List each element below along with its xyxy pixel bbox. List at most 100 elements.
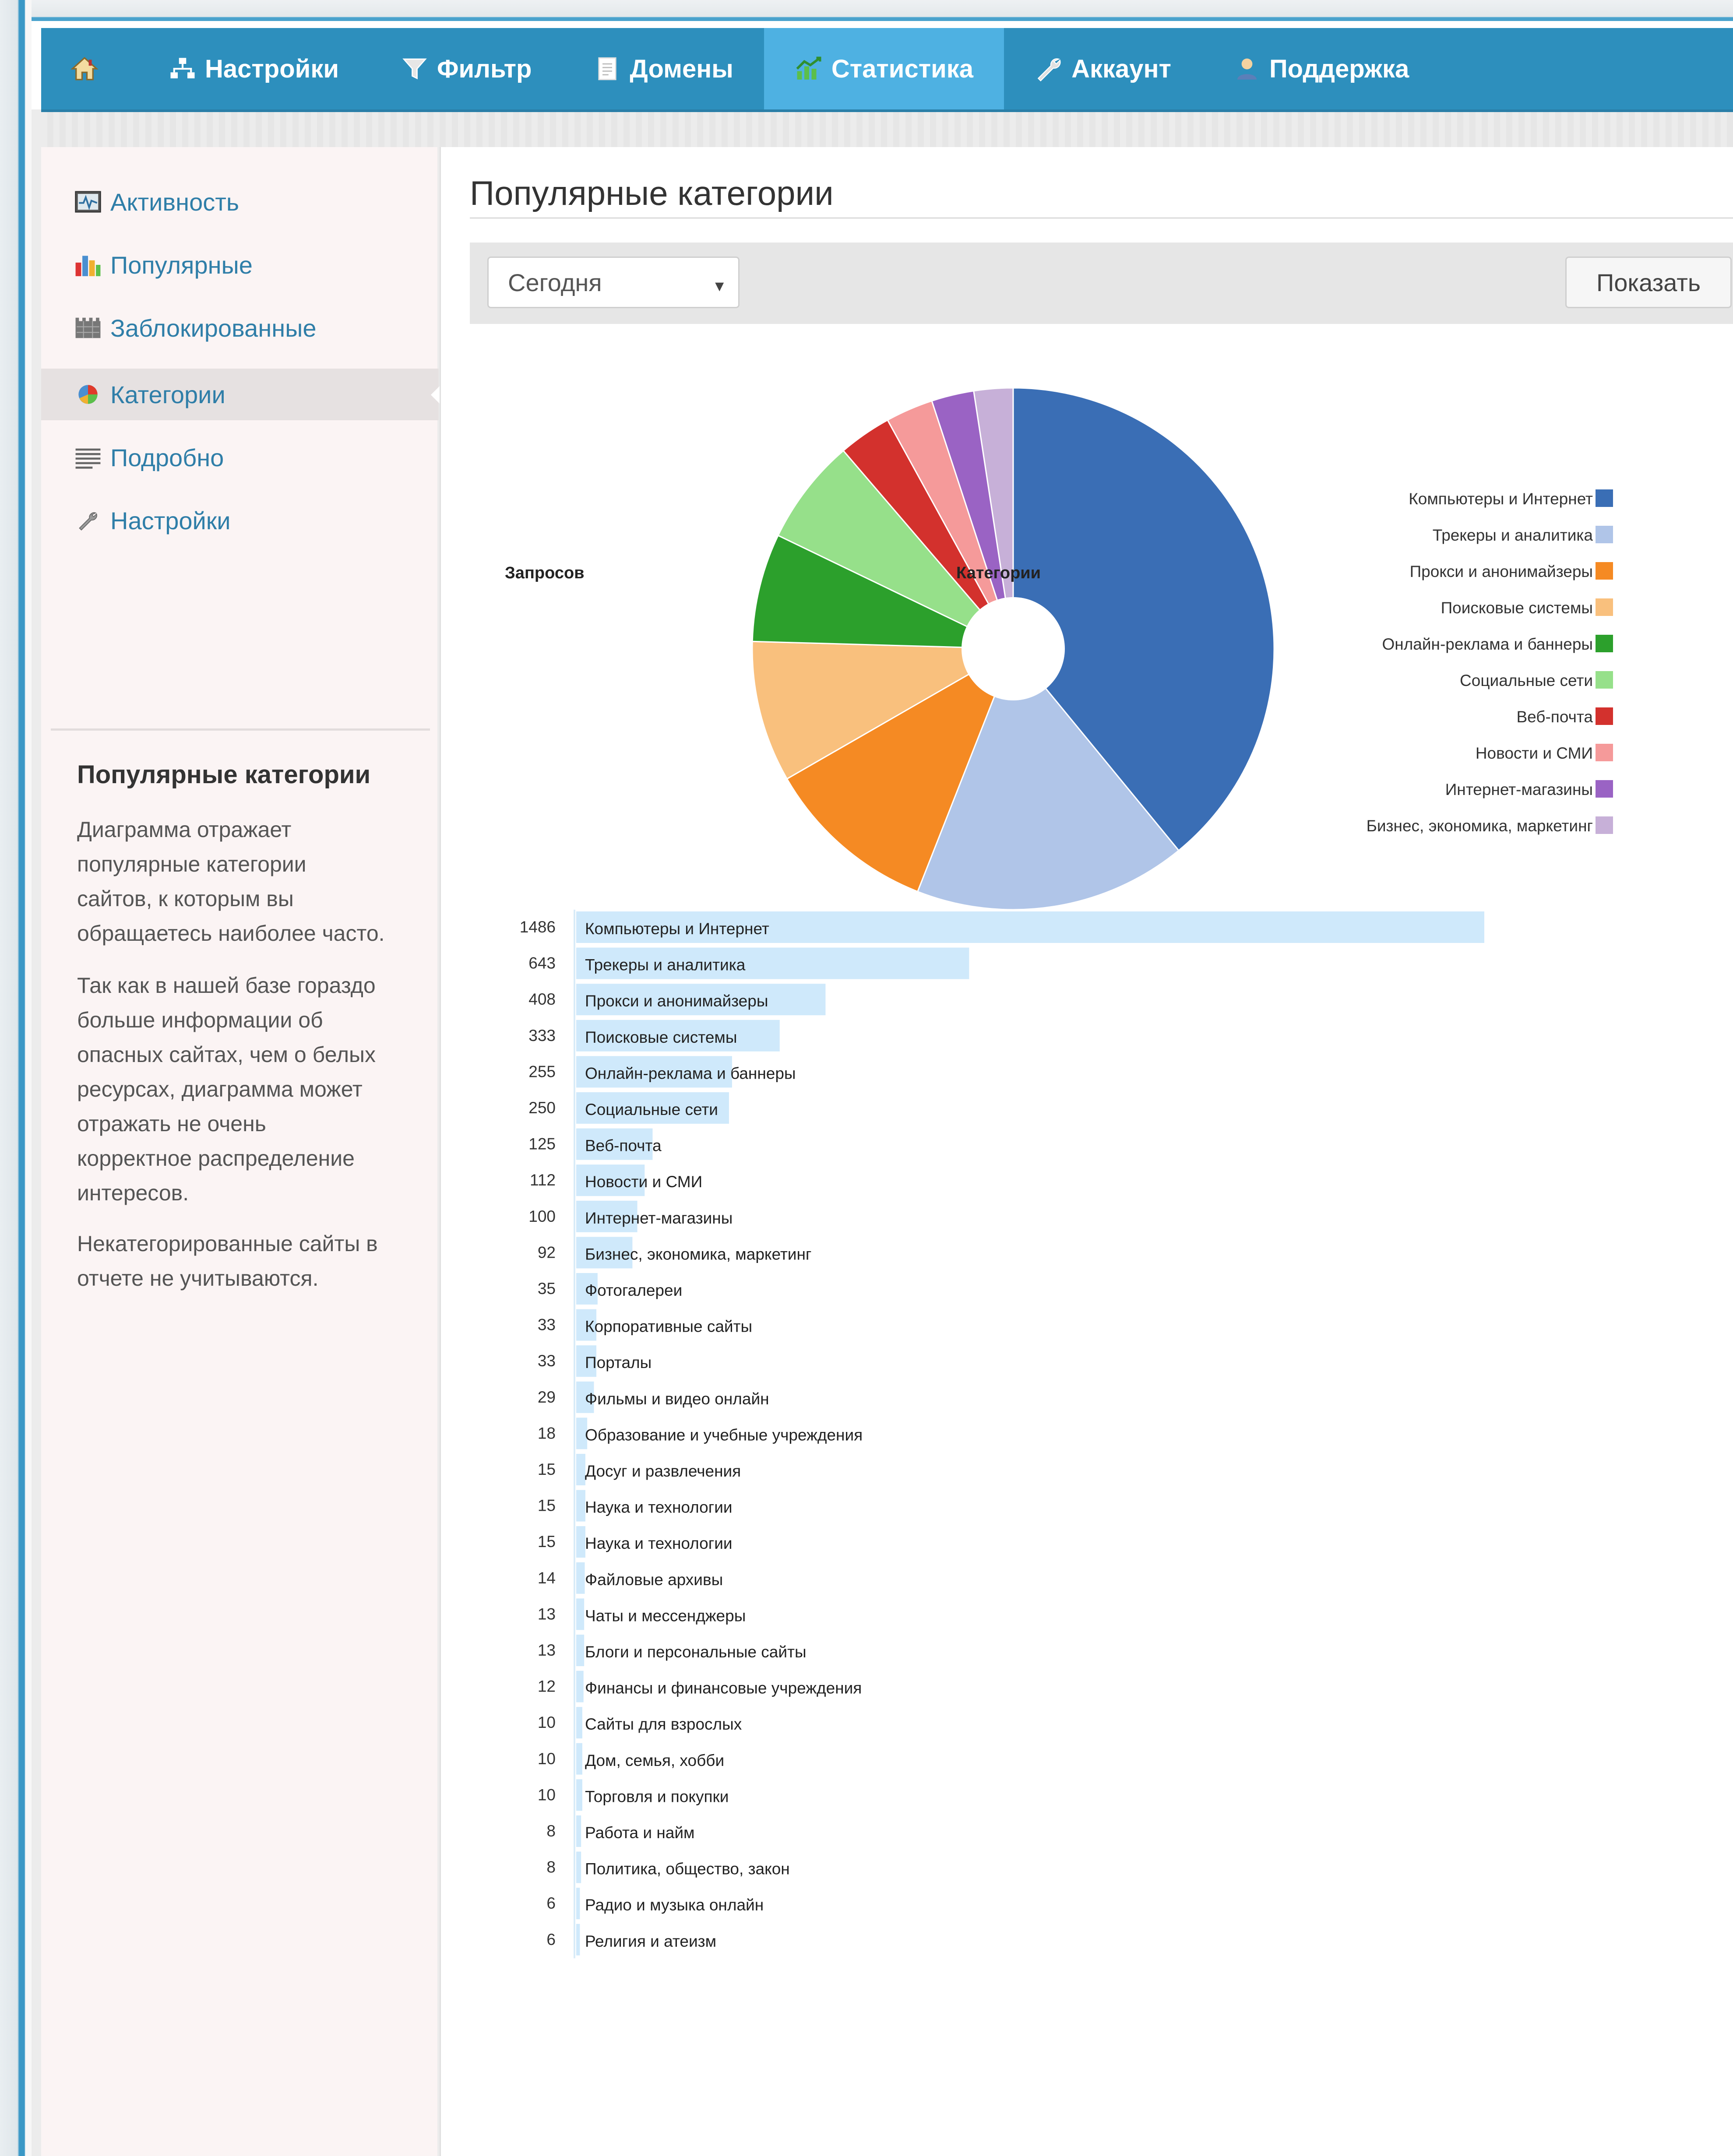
pie-chart-icon (74, 383, 102, 406)
bar (576, 1779, 582, 1811)
bar-count: 6 (546, 1894, 556, 1912)
window-frame-left (0, 0, 32, 2156)
bar-count: 35 (538, 1280, 556, 1298)
bar-count: 643 (528, 954, 556, 972)
info-paragraph-1: Диаграмма отражает популярные категории … (77, 812, 410, 951)
bar-label: Религия и атеизм (585, 1932, 716, 1950)
nav-settings[interactable]: Настройки (137, 28, 370, 109)
bar-count: 125 (528, 1135, 556, 1153)
bar (576, 1526, 585, 1558)
bar-label: Новости и СМИ (585, 1173, 702, 1191)
bar-label: Чаты и мессенджеры (585, 1607, 746, 1625)
bar-label: Онлайн-реклама и баннеры (585, 1064, 796, 1082)
legend-swatch (1596, 780, 1613, 798)
bar (576, 1454, 585, 1485)
nav-statistics-label: Статистика (831, 54, 974, 83)
info-paragraph-2: Так как в нашей базе гораздо больше инфо… (77, 968, 410, 1210)
nav-statistics[interactable]: Статистика (764, 28, 1004, 109)
column-header-count: Запросов (505, 564, 585, 582)
sidebar-item-categories[interactable]: Категории (41, 369, 440, 420)
wrench-icon (74, 509, 102, 532)
legend-swatch (1596, 598, 1613, 616)
bar-count: 10 (538, 1786, 556, 1804)
info-line: Диаграмма отражает (77, 817, 292, 842)
legend-swatch (1596, 744, 1613, 761)
info-paragraph-3: Некатегорированные сайты в отчете не учи… (77, 1227, 410, 1296)
sidebar-item-label: Подробно (110, 443, 224, 471)
nav-settings-label: Настройки (205, 54, 339, 83)
sidebar-item-blocked[interactable]: Заблокированные (41, 302, 437, 354)
info-line: популярные категории (77, 852, 306, 876)
top-navbar: Настройки Фильтр Домены Статистика Аккау… (41, 28, 1733, 112)
bar-count: 333 (528, 1027, 556, 1045)
bar-count: 29 (538, 1388, 556, 1406)
bar (576, 1598, 585, 1630)
document-icon (593, 54, 622, 83)
bar-label: Торговля и покупки (585, 1787, 729, 1805)
bar-label: Трекеры и аналитика (585, 956, 746, 974)
bar (576, 1707, 582, 1739)
sidebar-item-label: Заблокированные (110, 314, 317, 342)
bar-count: 8 (546, 1822, 556, 1840)
nav-filter-label: Фильтр (437, 54, 532, 83)
bar-count: 1486 (520, 918, 556, 936)
nav-support[interactable]: Поддержка (1202, 28, 1440, 109)
bar-label: Образование и учебные учреждения (585, 1426, 863, 1444)
sidebar-item-activity[interactable]: Активность (41, 176, 437, 228)
legend-swatch (1596, 526, 1613, 543)
bar-label: Радио и музыка онлайн (585, 1896, 764, 1914)
bar (576, 1888, 580, 1920)
legend-label: Бизнес, экономика, маркетинг (1367, 817, 1593, 835)
bar (576, 1671, 584, 1702)
bar-label: Дом, семья, хобби (585, 1752, 724, 1769)
legend-label: Онлайн-реклама и баннеры (1382, 635, 1593, 653)
info-line: опасных сайтах, чем о белых (77, 1042, 376, 1067)
bar-label: Фильмы и видео онлайн (585, 1390, 769, 1408)
sidebar-item-label: Настройки (110, 506, 231, 535)
info-line: ресурсах, диаграмма может (77, 1077, 363, 1101)
bar-label: Политика, общество, закон (585, 1860, 790, 1878)
sidebar-item-popular[interactable]: Популярные (41, 239, 437, 291)
sidebar-item-label: Популярные (110, 251, 253, 279)
wrench-icon (1035, 54, 1064, 83)
bar-chart-icon (74, 253, 102, 276)
info-line: обращаетесь наиболее часто. (77, 921, 385, 946)
bar-label: Работа и найм (585, 1824, 694, 1842)
bar-count: 15 (538, 1497, 556, 1515)
home-icon (70, 54, 99, 83)
legend-swatch (1596, 562, 1613, 580)
bar-label: Финансы и финансовые учреждения (585, 1679, 862, 1697)
legend-label: Веб-почта (1516, 708, 1593, 726)
bar-label: Корпоративные сайты (585, 1318, 752, 1336)
bar-count: 12 (538, 1678, 556, 1695)
nav-filter[interactable]: Фильтр (370, 28, 562, 109)
bar-count: 100 (528, 1207, 556, 1225)
nav-domains[interactable]: Домены (562, 28, 764, 109)
legend-label: Прокси и анонимайзеры (1410, 563, 1593, 580)
sidebar-item-label: Активность (110, 188, 240, 216)
bar-count: 250 (528, 1099, 556, 1117)
legend-swatch (1596, 635, 1613, 652)
info-line: интересов. (77, 1181, 189, 1205)
bar (576, 1924, 580, 1956)
sidebar-item-details[interactable]: Подробно (41, 432, 437, 483)
info-line: корректное распределение (77, 1146, 355, 1171)
bar-count: 255 (528, 1062, 556, 1080)
sidebar-item-settings[interactable]: Настройки (41, 495, 437, 546)
content-top-texture (41, 112, 1733, 147)
bar-count: 14 (538, 1569, 556, 1587)
sidebar-divider (51, 728, 430, 731)
legend-label: Новости и СМИ (1476, 744, 1593, 762)
user-icon (1233, 54, 1261, 83)
blocked-icon (74, 317, 102, 339)
bar-label: Наука и технологии (585, 1534, 733, 1552)
activity-icon (74, 190, 102, 213)
bar (576, 1851, 581, 1883)
legend-swatch (1596, 489, 1613, 507)
info-title: Популярные категории (77, 760, 371, 789)
nav-home[interactable] (41, 28, 137, 109)
nav-account[interactable]: Аккаунт (1004, 28, 1202, 109)
bar-label: Бизнес, экономика, маркетинг (585, 1245, 811, 1263)
pie-hole (962, 597, 1065, 700)
bar-label: Сайты для взрослых (585, 1715, 742, 1733)
